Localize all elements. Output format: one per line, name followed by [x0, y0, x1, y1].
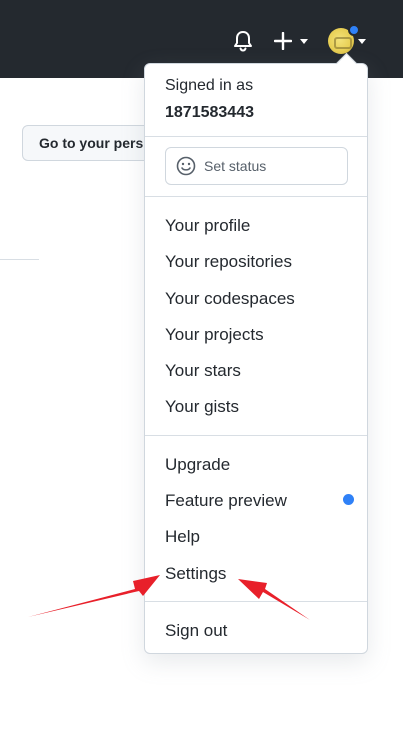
- user-menu-button[interactable]: [326, 24, 372, 58]
- bell-icon: [234, 31, 252, 52]
- menu-item-your-profile[interactable]: Your profile: [165, 216, 250, 236]
- caret-down-icon: [300, 39, 308, 44]
- menu-item-your-stars[interactable]: Your stars: [165, 361, 241, 381]
- menu-item-sign-out[interactable]: Sign out: [165, 621, 227, 641]
- notification-dot: [348, 24, 360, 36]
- set-status-label: Set status: [204, 158, 267, 174]
- menu-item-your-repositories[interactable]: Your repositories: [165, 252, 292, 272]
- user-dropdown-menu: Signed in as 1871583443 Set status Your …: [144, 63, 368, 654]
- arrow-left-icon: [28, 575, 160, 617]
- notifications-button[interactable]: [230, 28, 256, 54]
- menu-item-your-codespaces[interactable]: Your codespaces: [165, 289, 295, 309]
- smiley-icon: [176, 156, 196, 176]
- menu-item-upgrade[interactable]: Upgrade: [165, 455, 230, 475]
- menu-item-feature-preview[interactable]: Feature preview: [165, 491, 287, 511]
- create-new-button[interactable]: [272, 28, 312, 54]
- menu-divider: [145, 601, 367, 602]
- menu-item-your-projects[interactable]: Your projects: [165, 325, 264, 345]
- plus-icon: [274, 32, 292, 50]
- divider: [0, 259, 39, 260]
- menu-item-your-gists[interactable]: Your gists: [165, 397, 239, 417]
- menu-divider: [145, 435, 367, 436]
- signed-in-label: Signed in as: [165, 77, 254, 94]
- menu-divider: [145, 196, 367, 197]
- menu-divider: [145, 136, 367, 137]
- set-status-button[interactable]: Set status: [165, 147, 348, 185]
- feature-preview-dot: [343, 494, 354, 505]
- menu-item-settings[interactable]: Settings: [165, 564, 226, 584]
- caret-down-icon: [358, 39, 366, 44]
- menu-item-help[interactable]: Help: [165, 527, 200, 547]
- username: 1871583443: [165, 104, 254, 121]
